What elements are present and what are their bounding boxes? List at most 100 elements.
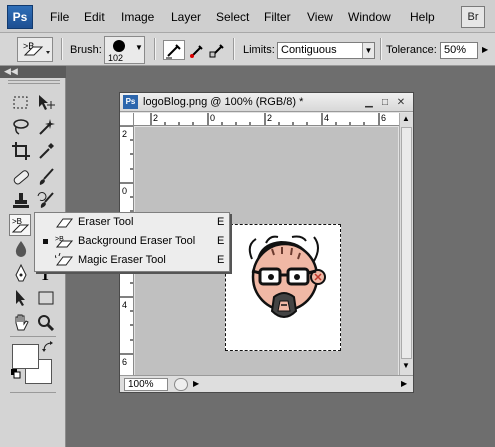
eraser-tool-flyout: Eraser Tool E >B Background Eraser Tool … — [34, 212, 230, 272]
history-brush-tool[interactable] — [35, 190, 57, 212]
rectangle-shape-icon — [38, 291, 54, 305]
eyedropper-swatch-icon — [209, 44, 224, 58]
lasso-icon — [13, 119, 29, 135]
flyout-item-label: Background Eraser Tool — [78, 235, 196, 247]
ruler-label: 2 — [267, 113, 273, 123]
crop-icon — [12, 142, 30, 160]
menu-filter[interactable]: Filter — [264, 10, 291, 24]
eyedropper-tool[interactable] — [35, 140, 57, 162]
scrollbar-thumb[interactable] — [401, 127, 412, 359]
status-info-icon[interactable] — [174, 378, 188, 391]
ruler-label: 4 — [122, 300, 128, 310]
hand-icon — [15, 314, 29, 331]
menu-view[interactable]: View — [307, 10, 333, 24]
menu-bar: Ps File Edit Image Layer Select Filter V… — [0, 0, 495, 33]
ruler-horizontal[interactable]: 2 0 2 4 6 — [134, 113, 399, 126]
zoom-tool[interactable] — [35, 312, 57, 334]
history-brush-icon — [37, 192, 54, 208]
chevron-down-icon: ▼ — [135, 43, 143, 52]
separator — [154, 38, 156, 60]
magic-eraser-icon — [54, 252, 73, 267]
bandage-icon — [13, 170, 29, 185]
toolbox-grip[interactable] — [8, 80, 60, 84]
menu-image[interactable]: Image — [121, 10, 154, 24]
rect-marquee-icon — [13, 96, 28, 109]
flyout-item-shortcut: E — [217, 216, 225, 228]
sampling-swatch-button[interactable] — [208, 41, 226, 59]
chevron-right-icon[interactable]: ▶ — [482, 45, 488, 54]
flyout-item-shortcut: E — [217, 254, 225, 266]
eraser-icon — [55, 215, 73, 229]
separator — [61, 38, 63, 60]
ruler-label: 4 — [324, 113, 330, 123]
limits-select[interactable]: Contiguous ▼ — [277, 42, 375, 59]
collapse-icon[interactable]: ◀◀ — [4, 66, 18, 76]
eraser-tool-group[interactable]: >B — [9, 214, 31, 236]
image-bounds[interactable] — [225, 224, 341, 351]
tolerance-input[interactable]: 50% — [440, 42, 478, 59]
flyout-item-eraser[interactable]: Eraser Tool E — [35, 213, 229, 232]
menu-file[interactable]: File — [50, 10, 69, 24]
path-select-icon — [16, 290, 25, 306]
chevron-right-icon[interactable]: ▶ — [401, 379, 407, 388]
ruler-origin[interactable] — [120, 113, 134, 126]
zoom-field[interactable]: 100% — [124, 378, 168, 391]
magic-wand-tool[interactable] — [35, 116, 57, 138]
brush-icon — [39, 168, 54, 185]
scroll-up-icon[interactable]: ▲ — [402, 114, 410, 123]
foreground-color-swatch[interactable] — [12, 344, 39, 369]
flyout-item-magic-eraser[interactable]: Magic Eraser Tool E — [35, 251, 229, 270]
brush-tool[interactable] — [35, 166, 57, 188]
default-colors-icon[interactable] — [11, 368, 21, 379]
shape-tool[interactable] — [35, 287, 57, 309]
toolbox-header[interactable]: ◀◀ — [0, 66, 66, 78]
document-titlebar[interactable]: Ps logoBlog.png @ 100% (RGB/8) * ▁ □ ✕ — [120, 93, 413, 112]
flyout-item-label: Magic Eraser Tool — [78, 254, 166, 266]
minimize-icon[interactable]: ▁ — [362, 96, 376, 109]
move-icon — [39, 95, 55, 110]
healing-brush-tool[interactable] — [10, 166, 32, 188]
pen-icon — [15, 263, 27, 282]
menu-window[interactable]: Window — [348, 10, 391, 24]
separator — [233, 38, 235, 60]
clone-stamp-tool[interactable] — [10, 190, 32, 212]
menu-select[interactable]: Select — [216, 10, 249, 24]
chevron-right-icon[interactable]: ▶ — [193, 379, 199, 388]
tool-preset-picker[interactable]: >B — [17, 37, 53, 62]
vertical-scrollbar[interactable]: ▲ ▼ — [399, 113, 413, 375]
move-tool[interactable] — [35, 92, 57, 114]
ruler-label: 2 — [122, 129, 128, 139]
path-selection-tool[interactable] — [10, 287, 32, 309]
separator — [10, 336, 56, 337]
limits-label: Limits: — [243, 44, 275, 56]
separator — [380, 38, 382, 60]
marquee-tool[interactable] — [10, 92, 32, 114]
menu-layer[interactable]: Layer — [171, 10, 201, 24]
swap-colors-icon[interactable] — [41, 340, 55, 354]
close-icon[interactable]: ✕ — [394, 96, 408, 109]
pen-tool[interactable] — [10, 263, 32, 285]
bridge-button[interactable]: Br — [461, 6, 485, 28]
document-title: logoBlog.png @ 100% (RGB/8) * — [143, 96, 304, 108]
document-status-bar: 100% ▶ ▶ — [120, 375, 413, 392]
scroll-down-icon[interactable]: ▼ — [402, 361, 410, 370]
selected-bullet-icon — [43, 239, 48, 244]
ruler-label: 0 — [210, 113, 216, 123]
maximize-icon[interactable]: □ — [378, 96, 392, 109]
sampling-continuous-button[interactable] — [163, 40, 185, 60]
hand-tool[interactable] — [10, 312, 32, 334]
menu-edit[interactable]: Edit — [84, 10, 105, 24]
menu-help[interactable]: Help — [410, 10, 435, 24]
sampling-once-button[interactable] — [188, 41, 206, 59]
brush-picker[interactable]: 102 ▼ — [104, 36, 145, 64]
ruler-label: 2 — [153, 113, 159, 123]
ruler-label: 0 — [122, 186, 128, 196]
brush-size: 102 — [108, 53, 124, 63]
background-eraser-icon: >B — [23, 41, 50, 56]
blur-tool[interactable] — [10, 238, 32, 260]
lasso-tool[interactable] — [10, 116, 32, 138]
eyedropper-continuous-icon — [166, 44, 181, 59]
flyout-item-background-eraser[interactable]: >B Background Eraser Tool E — [35, 232, 229, 251]
crop-tool[interactable] — [10, 140, 32, 162]
photoshop-logo[interactable]: Ps — [7, 5, 33, 29]
